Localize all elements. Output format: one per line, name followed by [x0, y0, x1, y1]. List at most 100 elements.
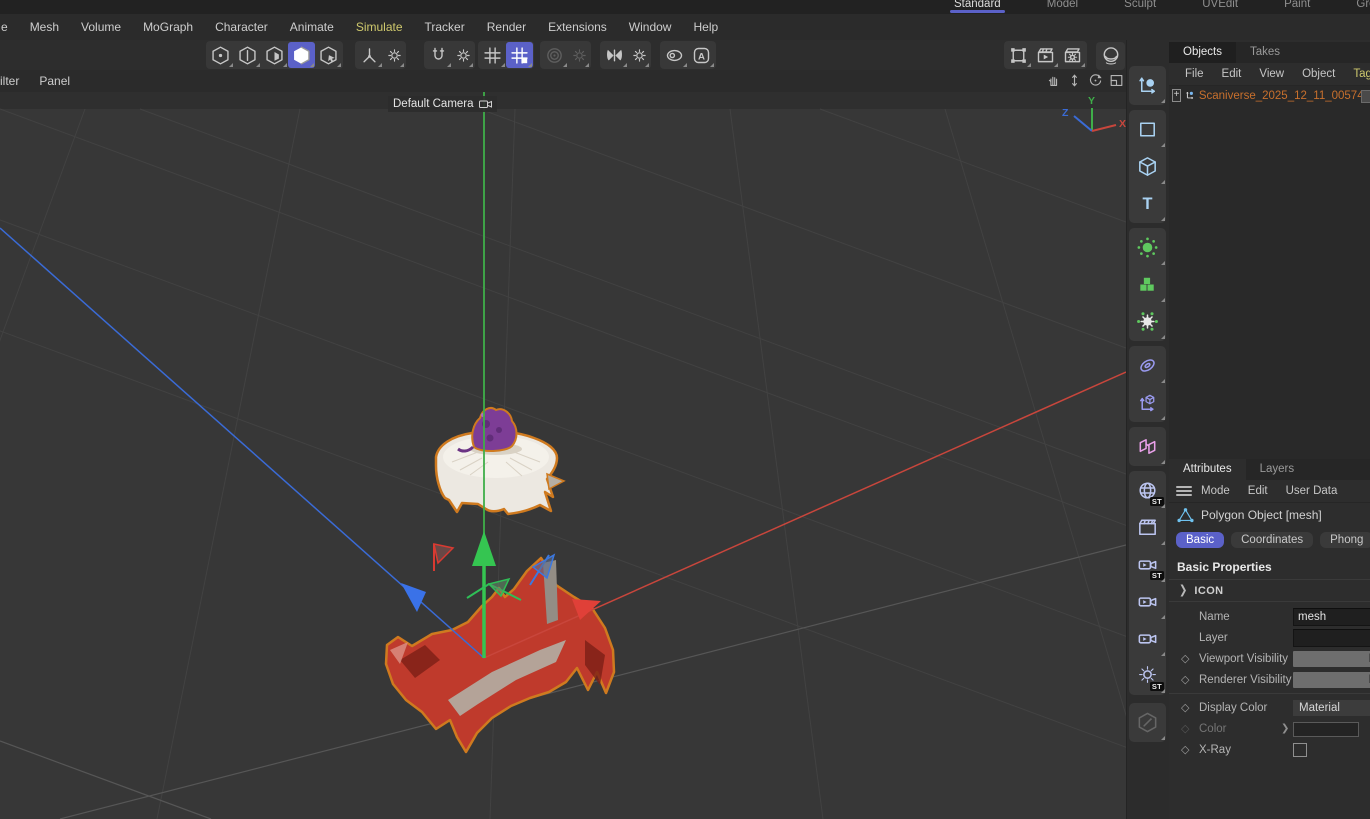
chevron-right-icon[interactable]: ❯ [1281, 723, 1289, 734]
render-picture-viewer-icon[interactable] [1032, 42, 1059, 68]
material-manager-icon[interactable] [1097, 43, 1124, 69]
snap-icon[interactable] [425, 42, 452, 68]
workplane-icon[interactable] [479, 42, 506, 68]
icon-section-toggle[interactable]: ❯ ICON [1169, 580, 1370, 601]
menu-item-e[interactable]: e [0, 20, 19, 34]
text-object-icon[interactable]: T [1130, 185, 1166, 222]
attributes-menu-edit[interactable]: Edit [1239, 485, 1277, 497]
gizmo-y-arrow[interactable] [472, 531, 496, 566]
layout-tab-grou[interactable]: Grou [1350, 0, 1370, 8]
layout-tab-sculpt[interactable]: Sculpt [1118, 0, 1162, 8]
viewport-menu-ilter[interactable]: ilter [0, 74, 29, 88]
layout-tab-paint[interactable]: Paint [1278, 0, 1316, 8]
tab-layers[interactable]: Layers [1246, 459, 1309, 480]
x-ray-checkbox[interactable] [1293, 743, 1307, 757]
layout-tab-model[interactable]: Model [1041, 0, 1084, 8]
camera-2-icon[interactable] [1130, 620, 1166, 657]
cube-primitive-icon[interactable] [1130, 148, 1166, 185]
dolly-zoom-icon[interactable] [1065, 71, 1084, 90]
symmetry-icon[interactable] [601, 42, 628, 68]
edges-mode-icon[interactable] [234, 42, 261, 68]
menu-item-help[interactable]: Help [682, 20, 729, 34]
layout-tab-standard[interactable]: Standard [948, 0, 1007, 8]
object-tree-row[interactable]: + Scaniverse_2025_12_11_005743 [1169, 86, 1370, 105]
layout-tab-uvedit[interactable]: UVEdit [1196, 0, 1244, 8]
menu-item-character[interactable]: Character [204, 20, 279, 34]
scanned-cake-object[interactable] [436, 408, 564, 514]
keyframe-diamond-icon[interactable]: ◇ [1181, 701, 1199, 714]
menu-item-window[interactable]: Window [618, 20, 683, 34]
tweak-mode-icon[interactable] [356, 42, 383, 68]
renderer-visibility-button[interactable]: Default [1293, 672, 1370, 688]
texture-mode-icon[interactable] [315, 42, 342, 68]
name-input[interactable]: mesh [1293, 608, 1370, 626]
object-tree-label[interactable]: Scaniverse_2025_12_11_005743 [1199, 90, 1370, 102]
material-icon[interactable] [1130, 704, 1166, 741]
tweak-settings-icon[interactable] [383, 42, 405, 68]
pan-hand-icon[interactable] [1044, 71, 1063, 90]
gizmo-z-arrow[interactable] [401, 583, 426, 612]
generator-icon[interactable] [1130, 303, 1166, 340]
keyframe-diamond-icon[interactable]: ◇ [1181, 743, 1199, 756]
section-tab-phong[interactable]: Phong [1320, 532, 1370, 548]
polygons-mode-icon[interactable] [261, 42, 288, 68]
layer-input[interactable] [1293, 629, 1370, 647]
rectangle-spline-icon[interactable] [1130, 111, 1166, 148]
sky-object-icon[interactable]: ST [1130, 472, 1166, 509]
tab-takes[interactable]: Takes [1236, 42, 1294, 63]
stage-object-icon[interactable] [1130, 509, 1166, 546]
keyframe-diamond-icon[interactable]: ◇ [1181, 722, 1199, 735]
subdivision-surface-icon[interactable] [1130, 229, 1166, 266]
model-mode-icon[interactable] [288, 42, 315, 68]
camera-label[interactable]: Default Camera [388, 96, 497, 112]
symmetry-object-icon[interactable] [1130, 428, 1166, 465]
display-color-dropdown[interactable]: Material [1293, 700, 1370, 716]
menu-item-simulate[interactable]: Simulate [345, 20, 414, 34]
light-icon[interactable]: ST [1130, 657, 1166, 694]
keyframe-diamond-icon[interactable]: ◇ [1181, 673, 1199, 686]
points-mode-icon[interactable] [207, 42, 234, 68]
axis-modifier-icon[interactable]: A [688, 42, 715, 68]
keyframe-diamond-icon[interactable]: ◇ [1181, 652, 1199, 665]
objects-menu-edit[interactable]: Edit [1213, 68, 1251, 80]
menu-item-animate[interactable]: Animate [279, 20, 345, 34]
menu-item-tracker[interactable]: Tracker [414, 20, 476, 34]
capsule-icon[interactable] [661, 42, 688, 68]
viewport-menu-panel[interactable]: Panel [29, 74, 80, 88]
snap-settings-icon[interactable] [452, 42, 474, 68]
toggle-layout-icon[interactable] [1107, 71, 1126, 90]
workplane-lock-icon[interactable] [506, 42, 533, 68]
hamburger-menu-icon[interactable] [1176, 486, 1192, 496]
menu-item-mesh[interactable]: Mesh [19, 20, 70, 34]
menu-item-volume[interactable]: Volume [70, 20, 132, 34]
menu-item-render[interactable]: Render [476, 20, 537, 34]
falloff-icon[interactable] [541, 42, 568, 68]
tab-objects[interactable]: Objects [1169, 42, 1236, 63]
camera-st-icon[interactable]: ST [1130, 546, 1166, 583]
viewport-visibility-button[interactable]: Default [1293, 651, 1370, 667]
camera-icon[interactable] [1130, 583, 1166, 620]
section-tab-basic[interactable]: Basic [1176, 532, 1224, 548]
deformer-icon[interactable] [1130, 347, 1166, 384]
volume-builder-icon[interactable] [1130, 266, 1166, 303]
gizmo-plane-handle-red[interactable] [434, 544, 453, 571]
objects-menu-object[interactable]: Object [1293, 68, 1344, 80]
render-view-icon[interactable] [1005, 42, 1032, 68]
viewport[interactable]: Y Z X Default Camera [0, 92, 1126, 819]
objects-menu-tags[interactable]: Tags [1344, 68, 1370, 80]
field-axis-icon[interactable] [1130, 384, 1166, 421]
falloff-settings-icon[interactable] [568, 42, 590, 68]
section-tab-coordinates[interactable]: Coordinates [1231, 532, 1313, 548]
objects-menu-view[interactable]: View [1250, 68, 1293, 80]
null-object-icon[interactable] [1130, 67, 1166, 104]
object-tag-icon[interactable] [1361, 90, 1370, 103]
symmetry-settings-icon[interactable] [628, 42, 650, 68]
menu-item-mograph[interactable]: MoGraph [132, 20, 204, 34]
tab-attributes[interactable]: Attributes [1169, 459, 1246, 480]
rotate-view-icon[interactable] [1086, 71, 1105, 90]
attributes-menu-user-data[interactable]: User Data [1277, 485, 1347, 497]
color-swatch[interactable] [1293, 722, 1359, 737]
expand-icon[interactable]: + [1172, 89, 1181, 102]
objects-menu-file[interactable]: File [1176, 68, 1213, 80]
render-settings-icon[interactable] [1059, 42, 1086, 68]
